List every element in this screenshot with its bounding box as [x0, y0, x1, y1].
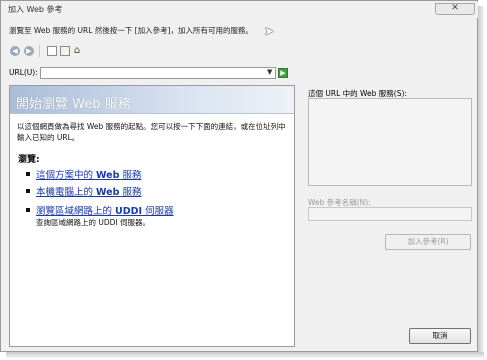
- chevron-down-icon[interactable]: ▼: [267, 68, 272, 76]
- intro-text: 以這個網頁做為尋找 Web 服務的起點。您可以按一下下面的連結，或在位址列中輸入…: [17, 122, 286, 142]
- link-solution-web-services[interactable]: 這個方案中的 Web 服務: [36, 167, 141, 181]
- bullet-icon: [26, 189, 30, 193]
- browse-heading: 瀏覽:: [18, 155, 40, 165]
- url-label: URL(U):: [9, 68, 38, 77]
- link-browse-uddi-servers[interactable]: 瀏覽區域網路上的 UDDI 伺服器: [36, 203, 174, 217]
- window-shadow-bottom: [6, 352, 484, 358]
- url-input[interactable]: [40, 67, 276, 79]
- go-button[interactable]: ▶: [278, 68, 288, 78]
- link-local-machine-web-services[interactable]: 本機電腦上的 Web 服務: [36, 184, 141, 198]
- bullet-icon: [26, 208, 30, 212]
- close-button[interactable]: ✕: [435, 3, 475, 15]
- mouse-cursor-icon: ➤: [264, 24, 275, 38]
- close-icon: ✕: [451, 3, 459, 13]
- services-list[interactable]: [308, 98, 472, 186]
- instruction-text: 瀏覽至 Web 服務的 URL 然後按一下 [加入參考]，加入所有可用的服務。: [9, 26, 254, 35]
- window-title: 加入 Web 參考: [8, 5, 63, 14]
- bullet-icon: [26, 172, 30, 176]
- cancel-button[interactable]: 取消: [409, 328, 471, 344]
- forward-icon[interactable]: ▶: [24, 46, 34, 56]
- back-icon[interactable]: ◀: [10, 46, 20, 56]
- refresh-page-icon[interactable]: [60, 46, 70, 56]
- web-reference-name-input[interactable]: [308, 207, 472, 221]
- home-icon[interactable]: ⌂: [72, 46, 82, 56]
- title-bar: 加入 Web 參考 ✕: [2, 2, 478, 18]
- window-shadow-right: [478, 6, 484, 356]
- stop-page-icon[interactable]: [47, 46, 57, 56]
- add-web-reference-dialog: 加入 Web 參考 ✕ 瀏覽至 Web 服務的 URL 然後按一下 [加入參考]…: [0, 0, 478, 352]
- browser-pane: 開始瀏覽 Web 服務 以這個網頁做為尋找 Web 服務的起點。您可以按一下下面…: [9, 85, 295, 347]
- browser-title: 開始瀏覽 Web 服務: [16, 97, 131, 112]
- add-reference-button[interactable]: 加入參考(R): [385, 234, 471, 250]
- browser-header: 開始瀏覽 Web 服務: [10, 86, 294, 114]
- uddi-link-description: 查詢區域網路上的 UDDI 伺服器。: [36, 218, 151, 227]
- toolbar-separator: [39, 45, 40, 57]
